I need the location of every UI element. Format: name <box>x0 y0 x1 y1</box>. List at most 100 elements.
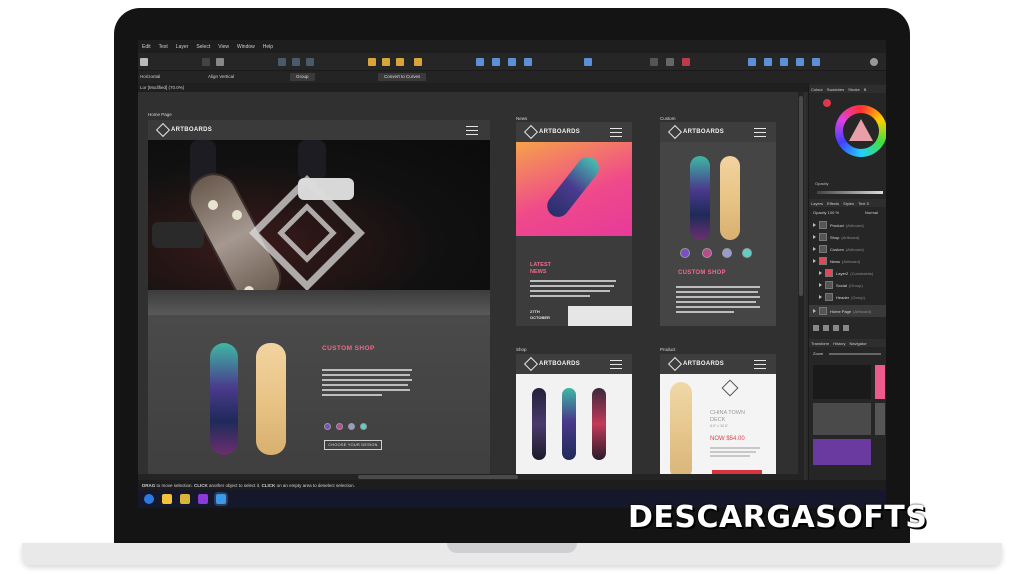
navigator-thumb-shop[interactable] <box>813 439 871 465</box>
arrange-top-icon[interactable] <box>414 58 422 66</box>
layer-row[interactable]: Header (Group) <box>809 291 886 303</box>
publisher-icon[interactable] <box>180 494 190 504</box>
layer-row[interactable]: Product (Artboard) <box>809 219 886 231</box>
layer-blend-mode[interactable]: Normal <box>865 210 878 215</box>
menu-text[interactable]: Text <box>155 44 172 50</box>
tab-effects[interactable]: Effects <box>825 201 841 206</box>
menu-select[interactable]: Select <box>192 44 214 50</box>
navigator-thumb-news[interactable] <box>875 365 885 399</box>
delete-layer-icon[interactable] <box>843 325 849 331</box>
zoom-slider[interactable] <box>829 353 881 355</box>
navigator-thumb-home[interactable] <box>813 365 871 399</box>
tab-styles[interactable]: Styles <box>841 201 856 206</box>
distribute-icon[interactable] <box>584 58 592 66</box>
expand-arrow-icon[interactable] <box>819 283 822 287</box>
file-explorer-icon[interactable] <box>162 494 172 504</box>
color-swatch[interactable] <box>722 248 732 258</box>
canvas[interactable]: Home Page ARTBOARDS CUSTOM SHOP CHOOSE Y… <box>138 92 806 480</box>
artboard-custom[interactable]: ARTBOARDS CUSTOM SHOP <box>660 122 776 326</box>
layer-row-selected[interactable]: Home Page (Artboard) <box>809 305 886 317</box>
tab-b[interactable]: B <box>862 87 869 92</box>
navigator-thumb-section[interactable] <box>813 403 871 435</box>
color-swatch[interactable] <box>680 248 690 258</box>
tab-text-styles[interactable]: Text S <box>856 201 871 206</box>
arrange-forward-icon[interactable] <box>382 58 390 66</box>
navigator-thumb-custom[interactable] <box>875 403 885 435</box>
designer-app-icon[interactable] <box>216 494 226 504</box>
tab-stroke[interactable]: Stroke <box>846 87 862 92</box>
add-layer-icon[interactable] <box>813 325 819 331</box>
arrange-icon[interactable] <box>368 58 376 66</box>
photo-app-icon[interactable] <box>198 494 208 504</box>
align-right-icon[interactable] <box>508 58 516 66</box>
menu-window[interactable]: Window <box>233 44 259 50</box>
scrollbar-thumb[interactable] <box>799 96 803 296</box>
hamburger-menu-icon[interactable] <box>610 128 622 137</box>
tab-history[interactable]: History <box>831 341 847 346</box>
fx-icon[interactable] <box>833 325 839 331</box>
boolean-xor-icon[interactable] <box>796 58 804 66</box>
fill-colour-swatch[interactable] <box>823 99 831 107</box>
group-button[interactable]: Group <box>290 73 315 81</box>
expand-arrow-icon[interactable] <box>813 259 816 263</box>
expand-arrow-icon[interactable] <box>813 309 816 313</box>
tab-layers[interactable]: Layers <box>809 201 825 206</box>
menu-view[interactable]: View <box>214 44 233 50</box>
boolean-divide-icon[interactable] <box>812 58 820 66</box>
shape-icon[interactable] <box>216 58 224 66</box>
expand-arrow-icon[interactable] <box>819 295 822 299</box>
hamburger-menu-icon[interactable] <box>754 360 766 369</box>
align-left-icon[interactable] <box>476 58 484 66</box>
align-center-icon[interactable] <box>492 58 500 66</box>
boolean-subtract-icon[interactable] <box>764 58 772 66</box>
menu-layer[interactable]: Layer <box>172 44 193 50</box>
arrange-back-icon[interactable] <box>396 58 404 66</box>
artboard-home[interactable]: ARTBOARDS CUSTOM SHOP CHOOSE YOUR DESIGN <box>148 120 490 476</box>
color-swatch[interactable] <box>742 248 752 258</box>
menu-edit[interactable]: Edit <box>138 44 155 50</box>
align-top-icon[interactable] <box>524 58 532 66</box>
tab-transform[interactable]: Transform <box>809 341 831 346</box>
layer-opacity[interactable]: Opacity 100 % <box>813 210 839 215</box>
hamburger-menu-icon[interactable] <box>466 126 478 135</box>
mask-icon[interactable] <box>823 325 829 331</box>
boolean-icon[interactable] <box>682 58 690 66</box>
hamburger-menu-icon[interactable] <box>610 360 622 369</box>
expand-arrow-icon[interactable] <box>819 271 822 275</box>
artboard-shop[interactable]: ARTBOARDS <box>516 354 632 480</box>
colour-triangle[interactable] <box>849 119 873 141</box>
flip-vertical-icon[interactable] <box>666 58 674 66</box>
choose-design-button[interactable]: CHOOSE YOUR DESIGN <box>324 440 382 450</box>
scrollbar-thumb[interactable] <box>358 475 518 479</box>
layer-row[interactable]: Shop (Artboard) <box>809 231 886 243</box>
browser-icon[interactable] <box>144 494 154 504</box>
expand-arrow-icon[interactable] <box>813 247 816 251</box>
color-swatch[interactable] <box>360 423 367 430</box>
snap-grid-icon[interactable] <box>292 58 300 66</box>
share-icon[interactable] <box>140 58 148 66</box>
flip-horizontal-icon[interactable] <box>650 58 658 66</box>
artboard-news[interactable]: ARTBOARDS LATEST NEWS 27TH OCTOBER <box>516 122 632 326</box>
canvas-scrollbar[interactable] <box>798 92 804 480</box>
tab-colour[interactable]: Colour <box>809 87 825 92</box>
expand-arrow-icon[interactable] <box>813 235 816 239</box>
layer-row[interactable]: Layer2 (Constraints) <box>809 267 886 279</box>
colour-wheel[interactable] <box>835 105 886 157</box>
color-swatch[interactable] <box>324 423 331 430</box>
convert-to-curves-button[interactable]: Convert to Curves <box>378 73 427 81</box>
expand-arrow-icon[interactable] <box>813 223 816 227</box>
menu-help[interactable]: Help <box>259 44 277 50</box>
layer-row[interactable]: Custom (Artboard) <box>809 243 886 255</box>
grid-icon[interactable] <box>202 58 210 66</box>
tab-swatches[interactable]: Swatches <box>825 87 846 92</box>
boolean-intersect-icon[interactable] <box>780 58 788 66</box>
user-icon[interactable] <box>870 58 878 66</box>
tab-navigator[interactable]: Navigator <box>848 341 869 346</box>
opacity-slider[interactable] <box>817 191 883 194</box>
color-swatch[interactable] <box>336 423 343 430</box>
document-tab[interactable]: Lor [Modified] (70.0%) <box>140 85 184 90</box>
artboard-product[interactable]: ARTBOARDS CHINA TOWN DECK 8.0" x 30.5" N… <box>660 354 776 480</box>
color-swatch[interactable] <box>348 423 355 430</box>
snap-guide-icon[interactable] <box>306 58 314 66</box>
color-swatch[interactable] <box>702 248 712 258</box>
